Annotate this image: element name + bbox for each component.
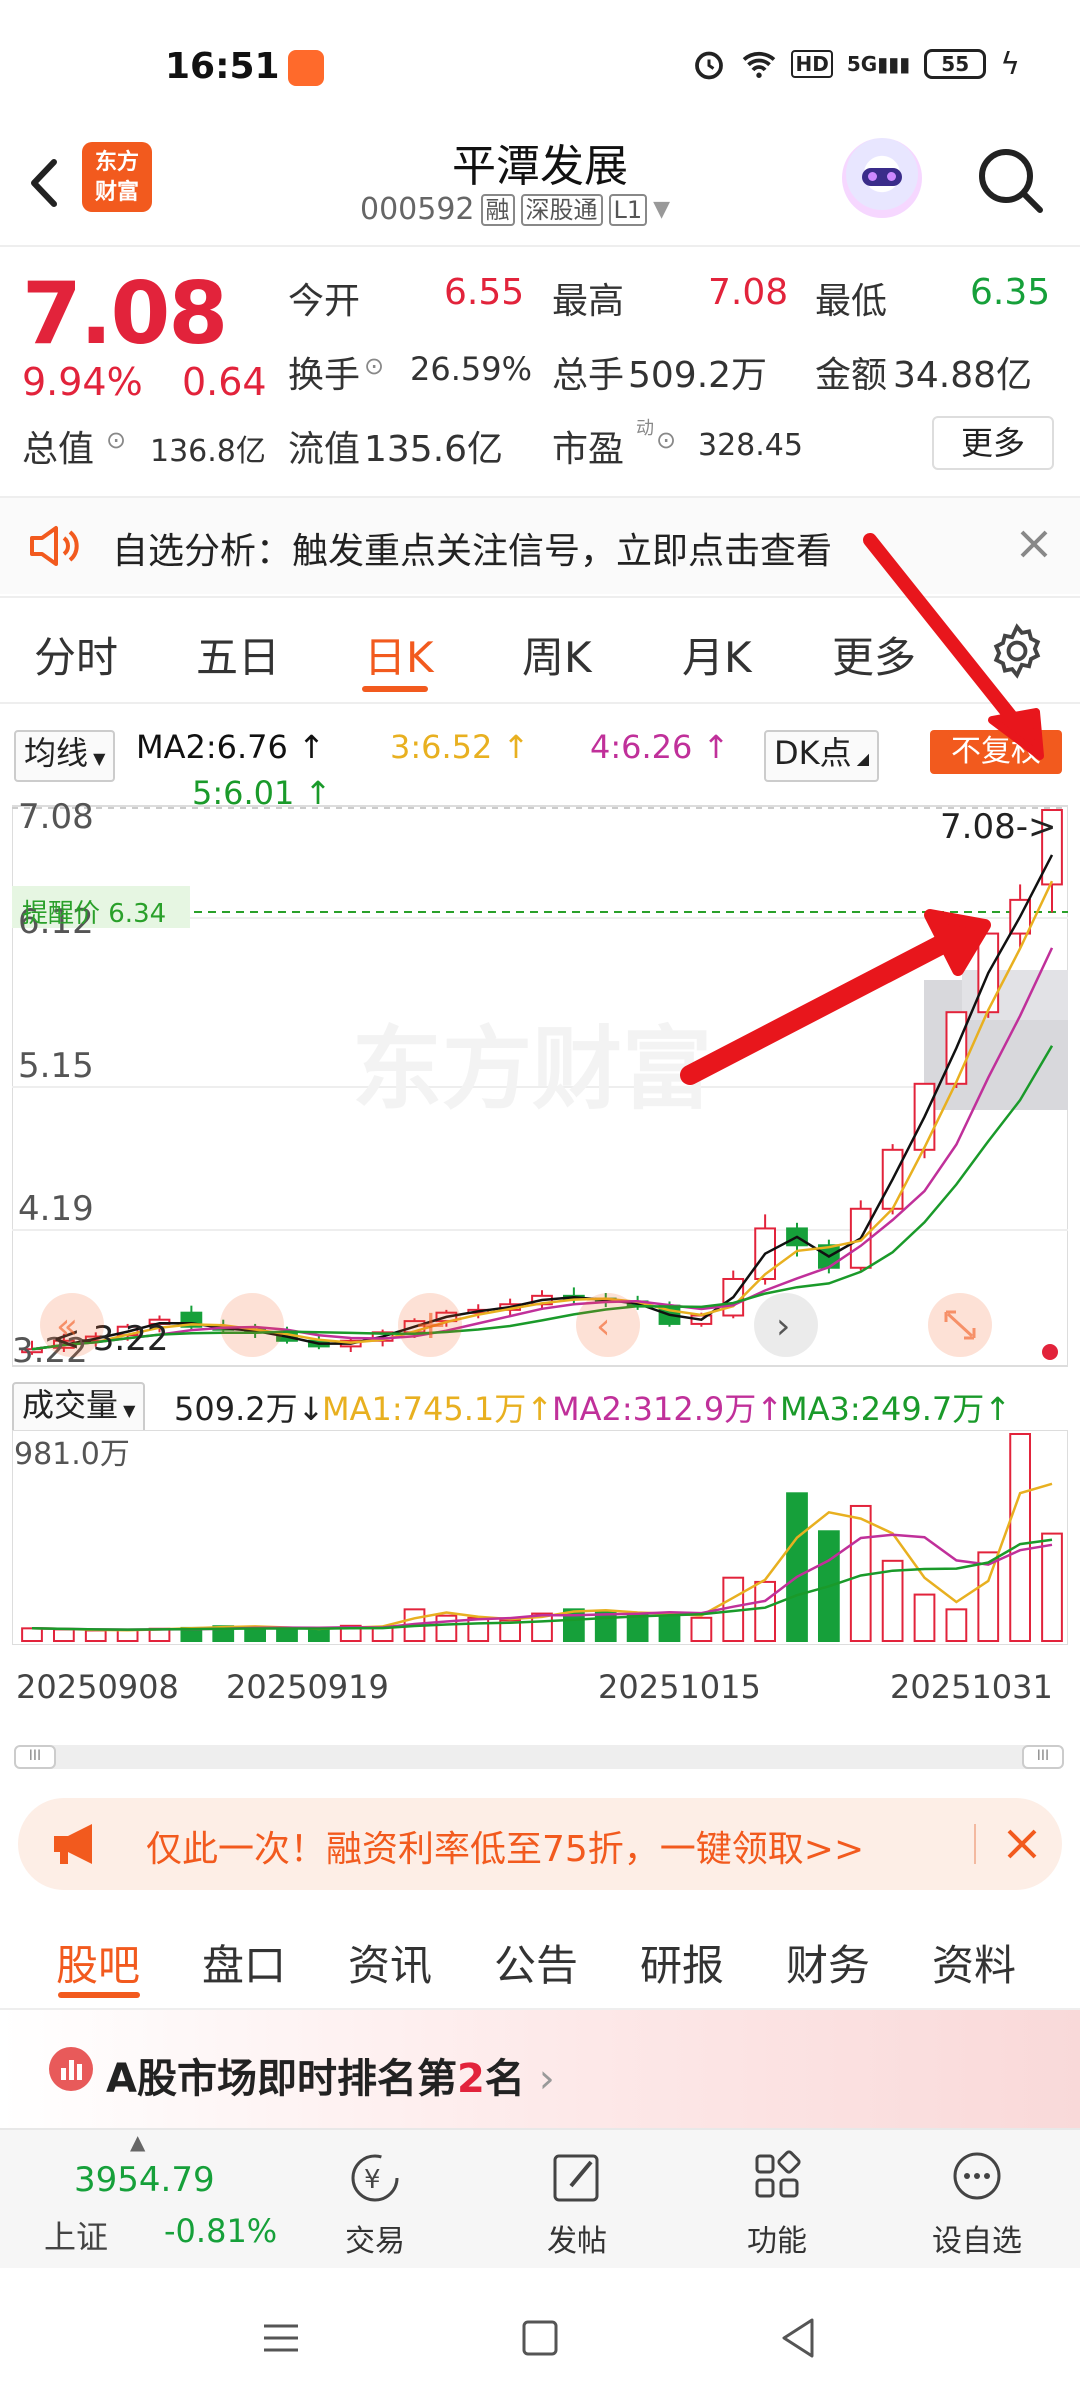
- date-label-3: 20251015: [598, 1668, 761, 1706]
- volume-bar: [21, 1627, 43, 1642]
- trade-icon: ¥: [351, 2154, 399, 2202]
- chart-range-scrollbar[interactable]: III III: [14, 1745, 1064, 1769]
- volume-bar: [658, 1612, 681, 1642]
- tab-order-book[interactable]: 盘口: [202, 1932, 286, 1993]
- post-button[interactable]: 发帖: [512, 2148, 642, 2260]
- volume-svg: 981.0万: [11, 1429, 1069, 1646]
- scroll-handle-left[interactable]: III: [14, 1745, 56, 1769]
- index-change[interactable]: -0.81%: [164, 2212, 277, 2250]
- volume-bar: [1041, 1532, 1063, 1642]
- volume-bar: [307, 1628, 330, 1643]
- volume-bar: [1009, 1433, 1032, 1642]
- active-subtab-indicator: [58, 1992, 140, 1998]
- trade-button[interactable]: ¥ 交易: [310, 2148, 440, 2260]
- volume-bar: [467, 1616, 490, 1642]
- promo-text: 仅此一次！融资利率低至75折，一键领取>>: [146, 1829, 865, 1870]
- scroll-handle-right[interactable]: III: [1022, 1745, 1064, 1769]
- tab-profile[interactable]: 资料: [932, 1932, 1016, 1993]
- tab-news[interactable]: 资讯: [348, 1932, 432, 1993]
- double-chevron-left-icon: «: [56, 1306, 78, 1347]
- volume-ma2: MA2:312.9万↑: [552, 1390, 784, 1428]
- volume-bar: [116, 1629, 139, 1643]
- volume-bar: [754, 1580, 777, 1643]
- volume-current: 509.2万↓: [174, 1390, 325, 1428]
- rank-chart-icon: [49, 2047, 93, 2091]
- volume-legend: 成交量 ▼ 509.2万↓ MA1:745.1万↑ MA2:312.9万↑ MA…: [0, 1380, 1080, 1434]
- promo-divider: [974, 1824, 976, 1864]
- index-name[interactable]: 上证: [44, 2212, 108, 2258]
- tab-research[interactable]: 研报: [640, 1932, 724, 1993]
- plus-icon: +: [414, 1302, 448, 1348]
- volume-bar: [690, 1616, 713, 1642]
- volume-bar: [84, 1629, 107, 1642]
- date-label-2: 20250919: [226, 1668, 389, 1706]
- menu-icon[interactable]: [256, 2318, 306, 2358]
- caret-up-icon: ▲: [130, 2130, 146, 2154]
- grid-icon: [755, 2150, 801, 2198]
- volume-indicator-select[interactable]: 成交量 ▼: [12, 1382, 146, 1434]
- edit-icon: [553, 2154, 599, 2202]
- date-label-4: 20251031: [890, 1668, 1053, 1706]
- volume-ma3: MA3:249.7万↑: [780, 1390, 1012, 1428]
- chevron-left-icon: ‹: [596, 1306, 610, 1347]
- system-nav-bar: [0, 2268, 1080, 2400]
- back-nav-icon[interactable]: [776, 2314, 820, 2362]
- svg-text:¥: ¥: [364, 2165, 381, 2195]
- tab-announcements[interactable]: 公告: [494, 1932, 578, 1993]
- volume-bar: [435, 1614, 458, 1642]
- tab-finance[interactable]: 财务: [786, 1932, 870, 1993]
- megaphone-icon: [54, 1824, 92, 1864]
- rank-banner[interactable]: A股市场即时排名第2名 ›: [0, 2010, 1080, 2128]
- annotation-arrows: [680, 533, 1044, 1085]
- add-watchlist-button[interactable]: 设自选: [912, 2148, 1042, 2260]
- more-dots-icon: [953, 2152, 1001, 2200]
- volume-bar: [913, 1593, 936, 1643]
- zoom-out-icon[interactable]: [220, 1293, 284, 1357]
- chevron-right-icon: ›: [776, 1306, 790, 1347]
- promo-banner[interactable]: 仅此一次！融资利率低至75折，一键领取>>: [18, 1798, 1062, 1890]
- index-value[interactable]: 3954.79: [74, 2160, 215, 2200]
- close-icon[interactable]: [1004, 1826, 1040, 1862]
- volume-chart[interactable]: 981.0万: [11, 1429, 1069, 1646]
- volume-bar: [276, 1627, 298, 1642]
- volume-bar: [945, 1608, 968, 1642]
- volume-bar: [52, 1628, 75, 1643]
- bottom-toolbar: ▲ 3954.79 上证 -0.81% ¥ 交易 发帖 功能 设自选: [0, 2128, 1080, 2268]
- volume-bar: [626, 1612, 649, 1643]
- live-dot: [1042, 1344, 1058, 1360]
- content-tabs: 股吧 盘口 资讯 公告 研报 财务 资料: [0, 1908, 1080, 2008]
- volume-bar: [786, 1492, 808, 1642]
- volume-max-label: 981.0万: [14, 1437, 130, 1472]
- function-button[interactable]: 功能: [712, 2148, 842, 2260]
- tab-forum[interactable]: 股吧: [56, 1932, 140, 1993]
- home-icon[interactable]: [518, 2316, 562, 2360]
- date-label-1: 20250908: [16, 1668, 179, 1706]
- volume-ma1: MA1:745.1万↑: [322, 1390, 554, 1428]
- rank-text: A股市场即时排名第2名 ›: [106, 2056, 555, 2102]
